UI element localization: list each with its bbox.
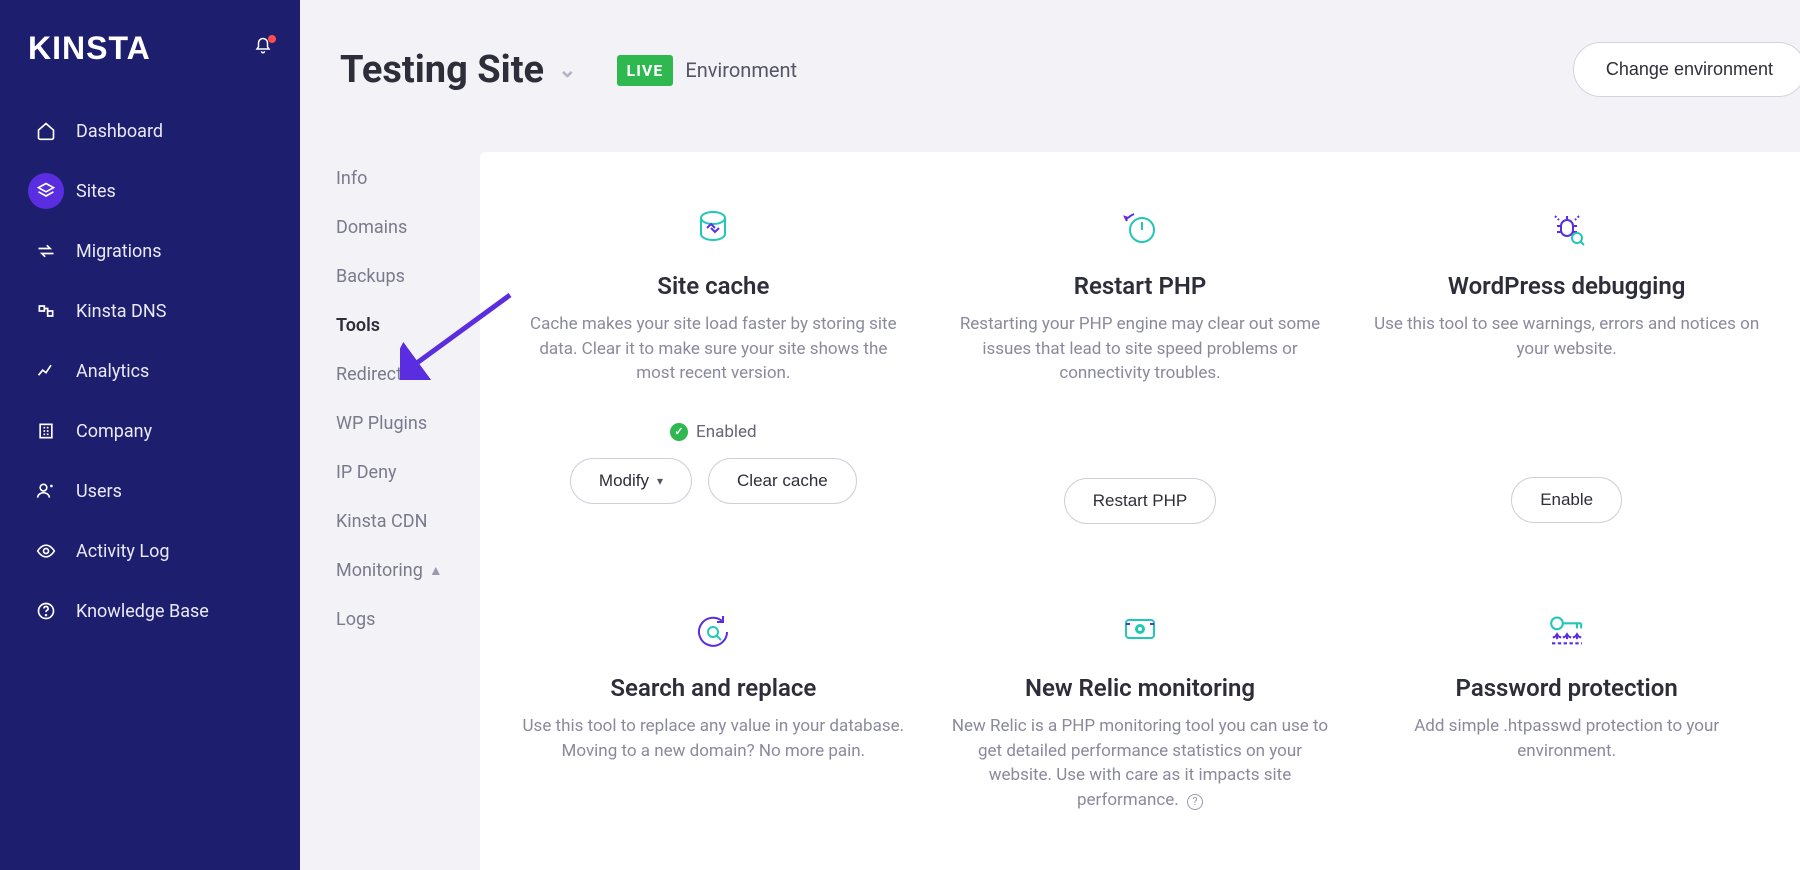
users-icon (28, 473, 64, 509)
environment-label: Environment (685, 58, 797, 82)
warning-icon: ▲ (429, 562, 443, 579)
tool-title: WordPress debugging (1373, 272, 1760, 300)
help-icon (28, 593, 64, 629)
tool-card-wp-debugging: WordPress debugging Use this tool to see… (1373, 202, 1760, 524)
site-name: Testing Site (340, 48, 544, 92)
sidebar-item-company[interactable]: Company (0, 401, 300, 461)
tool-card-search-replace: Search and replace Use this tool to repl… (520, 604, 907, 813)
brand-logo: KINSTA (28, 30, 151, 67)
page-title: Testing Site ⌄ (340, 48, 577, 92)
subnav-item-monitoring[interactable]: Monitoring ▲ (336, 546, 480, 595)
chart-icon (28, 353, 64, 389)
tool-actions: Modify ▾ Clear cache (520, 458, 907, 504)
check-icon: ✓ (670, 423, 688, 441)
sidebar-item-label: Knowledge Base (76, 601, 209, 622)
password-icon (1373, 604, 1760, 656)
enable-debugging-button[interactable]: Enable (1511, 477, 1622, 523)
page-header: Testing Site ⌄ LIVE Environment Change e… (340, 48, 1800, 92)
subnav-item-backups[interactable]: Backups (336, 252, 480, 301)
subnav-item-wp-plugins[interactable]: WP Plugins (336, 399, 480, 448)
tool-title: Restart PHP (947, 272, 1334, 300)
tools-grid: Site cache Cache makes your site load fa… (520, 202, 1760, 812)
subnav-item-ip-deny[interactable]: IP Deny (336, 448, 480, 497)
tool-card-new-relic: New Relic monitoring New Relic is a PHP … (947, 604, 1334, 813)
sidebar-item-label: Activity Log (76, 541, 169, 562)
tools-panel: Site cache Cache makes your site load fa… (480, 152, 1800, 870)
cache-icon (520, 202, 907, 254)
sidebar-item-knowledge-base[interactable]: Knowledge Base (0, 581, 300, 641)
tool-description: Add simple .htpasswd protection to your … (1373, 714, 1760, 763)
home-icon (28, 113, 64, 149)
subnav-item-domains[interactable]: Domains (336, 203, 480, 252)
sidebar-item-sites[interactable]: Sites (0, 161, 300, 221)
tool-description: New Relic is a PHP monitoring tool you c… (947, 714, 1334, 813)
chevron-down-icon: ▾ (657, 474, 663, 488)
sidebar-item-users[interactable]: Users (0, 461, 300, 521)
sidebar-item-dashboard[interactable]: Dashboard (0, 101, 300, 161)
info-icon[interactable]: ? (1187, 794, 1203, 810)
monitoring-icon (947, 604, 1334, 656)
notification-dot (268, 35, 276, 43)
tool-card-password-protection: Password protection Add simple .htpasswd… (1373, 604, 1760, 813)
tool-actions: Restart PHP (947, 478, 1334, 524)
restart-icon (947, 202, 1334, 254)
notifications-bell[interactable] (254, 37, 272, 60)
sidebar-item-label: Users (76, 481, 122, 502)
change-environment-button[interactable]: Change environment (1573, 42, 1800, 97)
sidebar-item-label: Company (76, 421, 152, 442)
tool-description: Use this tool to replace any value in yo… (520, 714, 907, 763)
subnav-item-kinsta-cdn[interactable]: Kinsta CDN (336, 497, 480, 546)
sidebar-item-label: Migrations (76, 241, 162, 262)
subnav-item-info[interactable]: Info (336, 154, 480, 203)
sidebar-item-migrations[interactable]: Migrations (0, 221, 300, 281)
tool-title: Password protection (1373, 674, 1760, 702)
sidebar-item-label: Analytics (76, 361, 149, 382)
layers-icon (28, 173, 64, 209)
tool-title: Search and replace (520, 674, 907, 702)
tool-card-restart-php: Restart PHP Restarting your PHP engine m… (947, 202, 1334, 524)
transfer-icon (28, 233, 64, 269)
search-replace-icon (520, 604, 907, 656)
tool-actions: Enable (1373, 477, 1760, 523)
sidebar-item-dns[interactable]: Kinsta DNS (0, 281, 300, 341)
tool-description: Cache makes your site load faster by sto… (520, 312, 907, 386)
sidebar-item-analytics[interactable]: Analytics (0, 341, 300, 401)
tool-card-site-cache: Site cache Cache makes your site load fa… (520, 202, 907, 524)
building-icon (28, 413, 64, 449)
subnav-item-tools[interactable]: Tools (336, 301, 480, 350)
dns-icon (28, 293, 64, 329)
logo-row: KINSTA (0, 20, 300, 101)
sidebar-item-label: Kinsta DNS (76, 301, 166, 322)
eye-icon (28, 533, 64, 569)
site-subnav: Info Domains Backups Tools Redirects WP … (300, 130, 480, 644)
modify-cache-button[interactable]: Modify ▾ (570, 458, 692, 504)
tool-title: New Relic monitoring (947, 674, 1334, 702)
sidebar: KINSTA Dashboard Sites Migrations Kinsta… (0, 0, 300, 870)
clear-cache-button[interactable]: Clear cache (708, 458, 857, 504)
tool-title: Site cache (520, 272, 907, 300)
status-label: Enabled (696, 422, 757, 442)
sidebar-item-label: Dashboard (76, 121, 163, 142)
subnav-item-redirects[interactable]: Redirects (336, 350, 480, 399)
tool-description: Restarting your PHP engine may clear out… (947, 312, 1334, 386)
live-badge: LIVE (617, 55, 674, 86)
sidebar-item-label: Sites (76, 181, 116, 202)
subnav-item-logs[interactable]: Logs (336, 595, 480, 644)
tool-status: ✓ Enabled (520, 422, 907, 442)
tool-description: Use this tool to see warnings, errors an… (1373, 312, 1760, 361)
sidebar-item-activity-log[interactable]: Activity Log (0, 521, 300, 581)
bug-icon (1373, 202, 1760, 254)
sidebar-nav: Dashboard Sites Migrations Kinsta DNS An… (0, 101, 300, 641)
chevron-down-icon[interactable]: ⌄ (558, 58, 576, 83)
restart-php-button[interactable]: Restart PHP (1064, 478, 1216, 524)
